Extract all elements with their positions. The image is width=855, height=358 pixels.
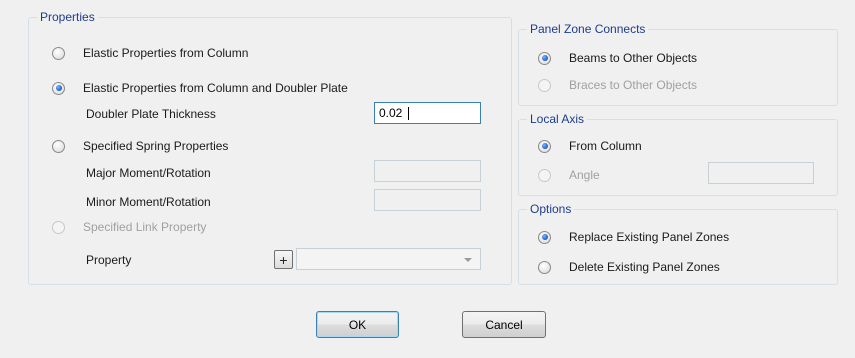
properties-group-title: Properties xyxy=(37,10,98,24)
radio-label: Angle xyxy=(569,168,600,182)
radio-label: Specified Link Property xyxy=(83,220,207,234)
add-property-button[interactable]: + xyxy=(274,250,293,269)
radio-beams-to-other[interactable]: Beams to Other Objects xyxy=(538,49,697,67)
angle-input[interactable] xyxy=(708,162,814,184)
radio-button-checked-icon xyxy=(538,139,551,153)
radio-label: Braces to Other Objects xyxy=(569,78,698,92)
angle-field[interactable] xyxy=(709,163,813,183)
major-moment-label: Major Moment/Rotation xyxy=(86,166,211,180)
radio-label: Replace Existing Panel Zones xyxy=(569,230,730,244)
local-axis-title: Local Axis xyxy=(527,112,588,126)
radio-button-icon xyxy=(538,260,551,274)
panel-zone-connects-title: Panel Zone Connects xyxy=(527,22,649,36)
minor-moment-field[interactable] xyxy=(375,190,480,210)
radio-specified-spring[interactable]: Specified Spring Properties xyxy=(52,137,228,155)
major-moment-input[interactable] xyxy=(374,160,481,182)
radio-label: From Column xyxy=(569,139,642,153)
ok-button[interactable]: OK xyxy=(316,311,399,338)
radio-label: Delete Existing Panel Zones xyxy=(569,260,720,274)
panel-zone-dialog: Properties Elastic Properties from Colum… xyxy=(0,0,855,358)
major-moment-field[interactable] xyxy=(375,161,480,181)
doubler-thickness-input[interactable] xyxy=(374,102,481,124)
radio-replace-existing[interactable]: Replace Existing Panel Zones xyxy=(538,228,729,246)
local-axis-group: Local Axis xyxy=(518,112,838,196)
radio-elastic-column-doubler[interactable]: Elastic Properties from Column and Doubl… xyxy=(52,79,348,97)
plus-icon: + xyxy=(279,251,288,268)
property-dropdown[interactable] xyxy=(296,248,481,270)
radio-button-disabled-icon xyxy=(538,168,551,182)
property-label: Property xyxy=(86,253,132,267)
radio-from-column[interactable]: From Column xyxy=(538,137,642,155)
radio-button-checked-icon xyxy=(538,51,551,65)
text-caret xyxy=(408,107,409,120)
radio-button-icon xyxy=(52,139,65,153)
radio-button-disabled-icon xyxy=(52,220,65,234)
cancel-button[interactable]: Cancel xyxy=(462,311,546,338)
panel-zone-connects-group: Panel Zone Connects xyxy=(518,22,838,106)
options-title: Options xyxy=(527,202,575,216)
minor-moment-label: Minor Moment/Rotation xyxy=(86,195,211,209)
doubler-thickness-field[interactable] xyxy=(375,103,480,123)
radio-braces-to-other[interactable]: Braces to Other Objects xyxy=(538,76,697,94)
radio-angle[interactable]: Angle xyxy=(538,166,600,184)
minor-moment-input[interactable] xyxy=(374,189,481,211)
radio-elastic-from-column[interactable]: Elastic Properties from Column xyxy=(52,44,248,62)
chevron-down-icon xyxy=(464,258,472,262)
radio-label: Elastic Properties from Column xyxy=(83,46,249,60)
radio-delete-existing[interactable]: Delete Existing Panel Zones xyxy=(538,258,720,276)
radio-button-icon xyxy=(52,46,65,60)
radio-label: Elastic Properties from Column and Doubl… xyxy=(83,81,348,95)
radio-label: Beams to Other Objects xyxy=(569,51,698,65)
doubler-thickness-label: Doubler Plate Thickness xyxy=(86,107,216,121)
radio-button-checked-icon xyxy=(538,230,551,244)
radio-button-checked-icon xyxy=(52,81,65,95)
radio-specified-link[interactable]: Specified Link Property xyxy=(52,218,206,236)
radio-button-disabled-icon xyxy=(538,78,551,92)
radio-label: Specified Spring Properties xyxy=(83,139,229,153)
